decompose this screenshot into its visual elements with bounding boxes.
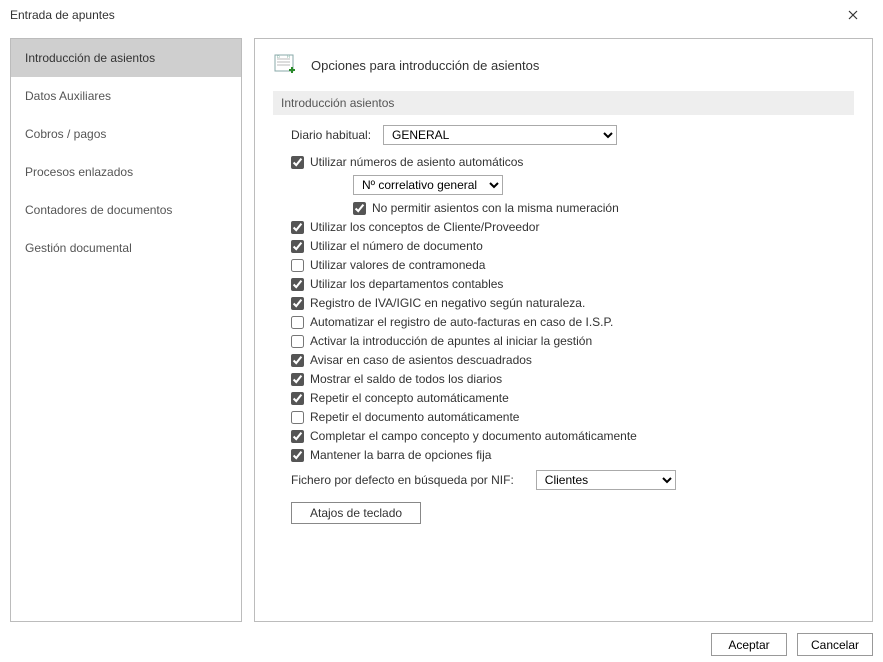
chk-autofact-input[interactable] <box>291 316 304 329</box>
chk-departamentos[interactable]: Utilizar los departamentos contables <box>291 277 854 291</box>
section-title: Introducción asientos <box>273 91 854 115</box>
chk-completar-cd-input[interactable] <box>291 430 304 443</box>
chk-label: Mantener la barra de opciones fija <box>310 448 491 462</box>
chk-label: Repetir el concepto automáticamente <box>310 391 509 405</box>
accept-button[interactable]: Aceptar <box>711 633 787 656</box>
chk-label: Mostrar el saldo de todos los diarios <box>310 372 502 386</box>
chk-repetir-concepto-input[interactable] <box>291 392 304 405</box>
atajos-label: Atajos de teclado <box>310 506 402 520</box>
chk-mostrar-saldo[interactable]: Mostrar el saldo de todos los diarios <box>291 372 854 386</box>
chk-repetir-doc-input[interactable] <box>291 411 304 424</box>
chk-activar-inicio[interactable]: Activar la introducción de apuntes al in… <box>291 334 854 348</box>
dialog-footer: Aceptar Cancelar <box>711 633 873 656</box>
chk-label: Automatizar el registro de auto-facturas… <box>310 315 613 329</box>
chk-num-doc[interactable]: Utilizar el número de documento <box>291 239 854 253</box>
sidebar-item-procesos[interactable]: Procesos enlazados <box>11 153 241 191</box>
svg-text:D: D <box>277 54 280 59</box>
chk-num-doc-input[interactable] <box>291 240 304 253</box>
cancel-button[interactable]: Cancelar <box>797 633 873 656</box>
sidebar-item-gestion-doc[interactable]: Gestión documental <box>11 229 241 267</box>
svg-text:H: H <box>287 54 290 59</box>
diario-label: Diario habitual: <box>291 128 383 142</box>
chk-completar-cd[interactable]: Completar el campo concepto y documento … <box>291 429 854 443</box>
chk-label: Utilizar valores de contramoneda <box>310 258 485 272</box>
chk-iva-neg-input[interactable] <box>291 297 304 310</box>
chk-conceptos-cp-input[interactable] <box>291 221 304 234</box>
main-panel: D H Opciones para introducción de asient… <box>254 38 873 622</box>
row-diario: Diario habitual: GENERAL <box>291 125 854 145</box>
sidebar-item-datos-aux[interactable]: Datos Auxiliares <box>11 77 241 115</box>
chk-avisar-desc[interactable]: Avisar en caso de asientos descuadrados <box>291 353 854 367</box>
chk-no-dup[interactable]: No permitir asientos con la misma numera… <box>353 201 854 215</box>
chk-contramoneda-input[interactable] <box>291 259 304 272</box>
chk-label: No permitir asientos con la misma numera… <box>372 201 619 215</box>
close-button[interactable] <box>833 1 873 29</box>
chk-activar-inicio-input[interactable] <box>291 335 304 348</box>
chk-iva-neg[interactable]: Registro de IVA/IGIC en negativo según n… <box>291 296 854 310</box>
chk-barra-fija[interactable]: Mantener la barra de opciones fija <box>291 448 854 462</box>
sidebar-item-label: Gestión documental <box>25 241 132 255</box>
sidebar-item-label: Contadores de documentos <box>25 203 172 217</box>
sidebar-item-label: Procesos enlazados <box>25 165 133 179</box>
window-title: Entrada de apuntes <box>10 8 833 22</box>
sidebar-item-cobros-pagos[interactable]: Cobros / pagos <box>11 115 241 153</box>
chk-label: Utilizar los departamentos contables <box>310 277 503 291</box>
chk-label: Avisar en caso de asientos descuadrados <box>310 353 532 367</box>
chk-label: Utilizar el número de documento <box>310 239 483 253</box>
chk-label: Repetir el documento automáticamente <box>310 410 519 424</box>
chk-auto-num[interactable]: Utilizar números de asiento automáticos <box>291 155 854 169</box>
content-area: Introducción de asientos Datos Auxiliare… <box>10 38 873 622</box>
chk-label: Activar la introducción de apuntes al in… <box>310 334 592 348</box>
row-fichero: Fichero por defecto en búsqueda por NIF:… <box>291 470 854 490</box>
sidebar-item-contadores[interactable]: Contadores de documentos <box>11 191 241 229</box>
chk-label: Registro de IVA/IGIC en negativo según n… <box>310 296 585 310</box>
chk-label: Completar el campo concepto y documento … <box>310 429 637 443</box>
title-bar: Entrada de apuntes <box>0 0 883 30</box>
chk-mostrar-saldo-input[interactable] <box>291 373 304 386</box>
row-correlativo: Nº correlativo general <box>353 174 854 196</box>
chk-no-dup-input[interactable] <box>353 202 366 215</box>
panel-title: Opciones para introducción de asientos <box>311 58 539 73</box>
correlativo-select[interactable]: Nº correlativo general <box>353 175 503 195</box>
sidebar-item-label: Datos Auxiliares <box>25 89 111 103</box>
chk-avisar-desc-input[interactable] <box>291 354 304 367</box>
fichero-select[interactable]: Clientes <box>536 470 676 490</box>
chk-auto-num-input[interactable] <box>291 156 304 169</box>
atajos-button[interactable]: Atajos de teclado <box>291 502 421 524</box>
chk-label: Utilizar los conceptos de Cliente/Provee… <box>310 220 539 234</box>
chk-autofact[interactable]: Automatizar el registro de auto-facturas… <box>291 315 854 329</box>
close-icon <box>848 10 858 20</box>
chk-conceptos-cp[interactable]: Utilizar los conceptos de Cliente/Provee… <box>291 220 854 234</box>
sidebar-item-label: Cobros / pagos <box>25 127 106 141</box>
chk-contramoneda[interactable]: Utilizar valores de contramoneda <box>291 258 854 272</box>
panel-header: D H Opciones para introducción de asient… <box>273 53 854 77</box>
chk-departamentos-input[interactable] <box>291 278 304 291</box>
header-icon: D H <box>273 53 299 77</box>
diario-select[interactable]: GENERAL <box>383 125 617 145</box>
chk-barra-fija-input[interactable] <box>291 449 304 462</box>
chk-repetir-concepto[interactable]: Repetir el concepto automáticamente <box>291 391 854 405</box>
chk-repetir-doc[interactable]: Repetir el documento automáticamente <box>291 410 854 424</box>
ledger-add-icon: D H <box>274 54 298 76</box>
sidebar-item-introduccion[interactable]: Introducción de asientos <box>11 39 241 77</box>
sidebar-item-label: Introducción de asientos <box>25 51 155 65</box>
fichero-label: Fichero por defecto en búsqueda por NIF: <box>291 473 514 487</box>
category-sidebar: Introducción de asientos Datos Auxiliare… <box>10 38 242 622</box>
chk-label: Utilizar números de asiento automáticos <box>310 155 523 169</box>
